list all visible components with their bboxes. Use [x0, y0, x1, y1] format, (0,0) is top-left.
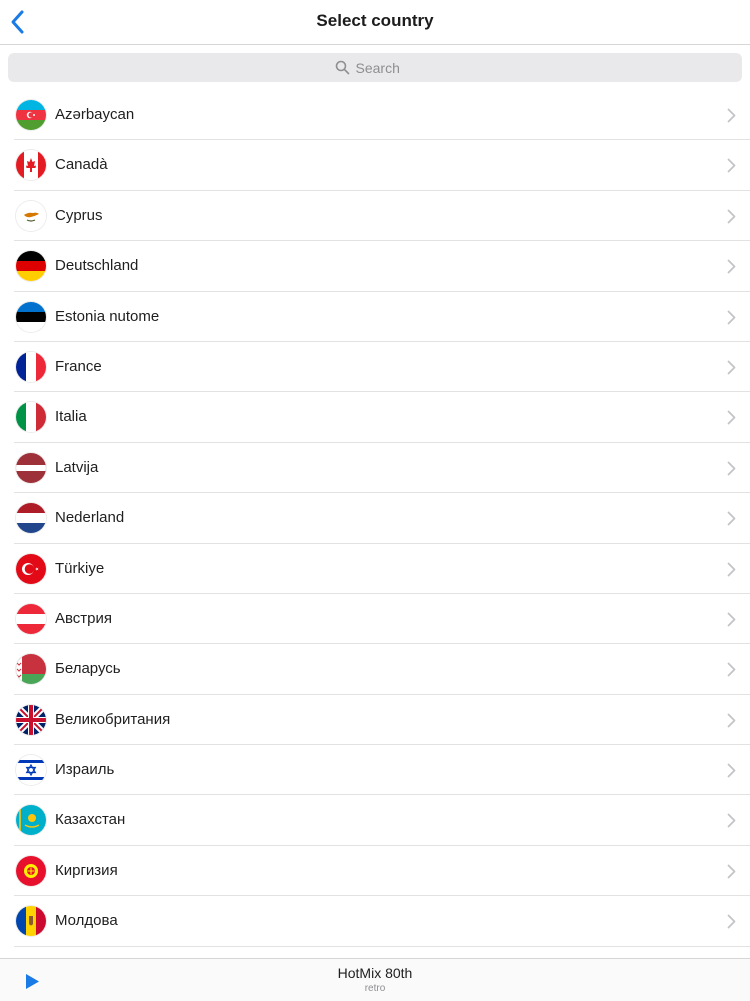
- country-name: France: [55, 357, 102, 375]
- latvia-flag-icon: [16, 452, 46, 483]
- kyrgyzstan-flag-icon: [16, 855, 46, 886]
- country-row[interactable]: Cyprus: [0, 191, 750, 242]
- chevron-right-icon: [727, 511, 736, 526]
- germany-flag-icon: [16, 251, 46, 282]
- country-name: Canadà: [55, 156, 108, 174]
- chevron-right-icon: [727, 864, 736, 879]
- country-name: Великобритания: [55, 710, 171, 728]
- country-name: Azərbaycan: [55, 106, 135, 123]
- chevron-right-icon: [727, 662, 736, 677]
- country-name: Latvija: [55, 458, 99, 476]
- country-name: Estonia nutome: [55, 307, 160, 325]
- country-row[interactable]: Canadà: [0, 140, 750, 192]
- country-row[interactable]: Latvija: [0, 443, 750, 494]
- chevron-right-icon: [727, 209, 736, 224]
- belarus-flag-icon: [16, 654, 46, 685]
- cyprus-flag-icon: [16, 200, 46, 231]
- israel-flag-icon: [16, 755, 46, 786]
- chevron-right-icon: [727, 158, 736, 173]
- country-name: Cyprus: [55, 206, 103, 224]
- country-row[interactable]: Израиль: [0, 745, 750, 796]
- azerbaijan-flag-icon: [16, 100, 46, 130]
- country-row[interactable]: Italia: [0, 392, 750, 444]
- netherlands-flag-icon: [16, 503, 46, 534]
- country-row[interactable]: Беларусь: [0, 644, 750, 696]
- chevron-right-icon: [727, 562, 736, 577]
- track-title: HotMix 80th: [337, 965, 413, 981]
- navigation-bar: Select country: [0, 0, 750, 45]
- country-name: Italia: [55, 408, 87, 426]
- chevron-right-icon: [727, 713, 736, 728]
- country-name: Deutschland: [55, 257, 139, 275]
- country-name: Израиль: [55, 761, 115, 779]
- france-flag-icon: [16, 351, 46, 382]
- country-row[interactable]: Deutschland: [0, 241, 750, 292]
- chevron-right-icon: [727, 813, 736, 828]
- chevron-right-icon: [727, 461, 736, 476]
- search-input[interactable]: [355, 59, 416, 76]
- canada-flag-icon: [16, 150, 46, 181]
- moldova-flag-icon: [16, 906, 46, 937]
- chevron-right-icon: [727, 360, 736, 375]
- page-title: Select country: [316, 11, 434, 30]
- kazakhstan-flag-icon: [16, 805, 46, 836]
- country-name: Беларусь: [55, 660, 121, 678]
- country-row[interactable]: Киргизия: [0, 846, 750, 897]
- search-icon: [335, 60, 350, 75]
- country-name: Австрия: [55, 609, 113, 627]
- country-name: Türkiye: [55, 559, 105, 577]
- chevron-right-icon: [727, 763, 736, 778]
- country-row[interactable]: Великобритания: [0, 695, 750, 746]
- mini-player[interactable]: HotMix 80th retro: [0, 958, 750, 1001]
- country-row[interactable]: Австрия: [0, 594, 750, 645]
- chevron-right-icon: [727, 410, 736, 425]
- search-bar[interactable]: [8, 53, 742, 82]
- country-row[interactable]: Казахстан: [0, 795, 750, 847]
- united-kingdom-flag-icon: [16, 704, 46, 735]
- country-row[interactable]: Azərbaycan: [0, 90, 750, 141]
- turkey-flag-icon: [16, 553, 46, 584]
- country-name: Киргизия: [55, 861, 118, 879]
- chevron-right-icon: [727, 612, 736, 627]
- italy-flag-icon: [16, 402, 46, 433]
- country-row[interactable]: Estonia nutome: [0, 292, 750, 343]
- country-list: Azərbaycan Canadà Cyprus Deutschland Estonia…: [0, 90, 750, 958]
- country-row[interactable]: Молдова: [0, 896, 750, 948]
- chevron-right-icon: [727, 914, 736, 929]
- chevron-right-icon: [727, 310, 736, 325]
- country-row[interactable]: Nederland: [0, 493, 750, 544]
- country-row[interactable]: France: [0, 342, 750, 393]
- country-name: Молдова: [55, 912, 118, 930]
- chevron-right-icon: [727, 108, 736, 123]
- country-row[interactable]: Türkiye: [0, 544, 750, 595]
- country-name: Казахстан: [55, 811, 126, 829]
- chevron-right-icon: [727, 259, 736, 274]
- country-name: Nederland: [55, 509, 125, 527]
- estonia-flag-icon: [16, 301, 46, 332]
- austria-flag-icon: [16, 603, 46, 634]
- track-subtitle: retro: [364, 983, 386, 994]
